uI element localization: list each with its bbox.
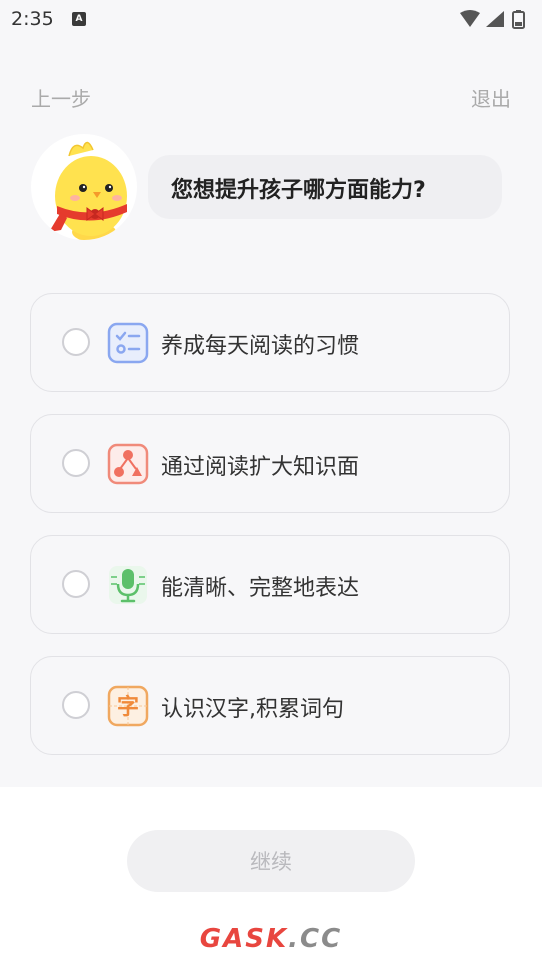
microphone-icon — [109, 566, 147, 604]
knowledge-graph-icon — [107, 443, 149, 485]
option-label: 通过阅读扩大知识面 — [161, 455, 360, 480]
back-button[interactable]: 上一步 — [31, 83, 91, 112]
status-icons — [460, 10, 525, 29]
question-text: 您想提升孩子哪方面能力? — [171, 178, 426, 203]
checklist-icon — [107, 322, 149, 364]
exit-button[interactable]: 退出 — [471, 83, 511, 112]
notification-icon: A — [72, 12, 86, 26]
watermark-part2: .CC — [288, 924, 343, 954]
radio-button[interactable] — [62, 328, 90, 356]
option-card-characters[interactable]: 字 认识汉字,积累词句 — [30, 656, 510, 755]
status-time: 2:35 — [11, 8, 54, 30]
question-bubble: 您想提升孩子哪方面能力? — [148, 155, 502, 219]
bottom-panel: 继续 GASK.CC — [0, 787, 542, 962]
option-card-knowledge[interactable]: 通过阅读扩大知识面 — [30, 414, 510, 513]
radio-button[interactable] — [62, 449, 90, 477]
option-label: 认识汉字,积累词句 — [161, 697, 344, 722]
option-label: 养成每天阅读的习惯 — [161, 334, 360, 359]
watermark-part1: GASK — [199, 924, 289, 954]
continue-button[interactable]: 继续 — [127, 830, 415, 892]
option-card-expression[interactable]: 能清晰、完整地表达 — [30, 535, 510, 634]
option-card-reading-habit[interactable]: 养成每天阅读的习惯 — [30, 293, 510, 392]
chinese-character-icon: 字 — [107, 685, 149, 727]
watermark: GASK.CC — [0, 924, 542, 954]
cellular-signal-icon — [486, 11, 504, 27]
option-label: 能清晰、完整地表达 — [161, 576, 360, 601]
battery-icon — [512, 10, 525, 29]
chick-mascot-icon — [49, 141, 127, 240]
wifi-icon — [460, 10, 480, 27]
icon-character: 字 — [117, 694, 139, 720]
radio-button[interactable] — [62, 570, 90, 598]
radio-button[interactable] — [62, 691, 90, 719]
mascot-avatar — [31, 134, 137, 240]
status-bar: 2:35 A — [0, 0, 542, 38]
